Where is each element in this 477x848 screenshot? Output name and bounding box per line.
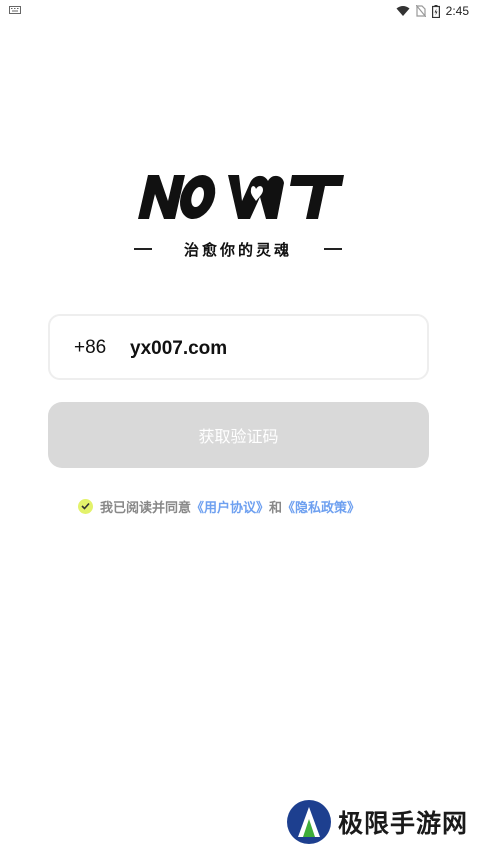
tagline-right-dash	[323, 248, 342, 250]
status-bar: 2:45	[0, 0, 477, 22]
tagline-left-dash	[134, 248, 152, 250]
checkmark-icon	[81, 502, 90, 510]
privacy-policy-link[interactable]: 《隐私政策》	[282, 497, 360, 516]
no-sim-icon	[415, 5, 426, 17]
battery-icon	[431, 4, 440, 18]
agreement-conjunction: 和	[269, 500, 283, 516]
watermark-logo-icon	[287, 800, 331, 844]
watermark: 极限手游网	[286, 799, 476, 845]
get-code-button[interactable]: 获取验证码	[48, 402, 429, 468]
tagline-text: 治愈你的灵魂	[183, 240, 292, 259]
user-agreement-link[interactable]: 《用户协议》	[191, 497, 269, 516]
wifi-icon	[396, 6, 410, 16]
agreement-row: 我已阅读并同意 《用户协议》 和 《隐私政策》	[78, 496, 360, 516]
phone-input[interactable]	[130, 330, 410, 368]
agree-checkbox[interactable]	[78, 498, 93, 514]
nowt-logo	[138, 175, 344, 219]
status-icons: 2:45	[396, 2, 469, 20]
tagline: 治愈你的灵魂	[134, 238, 342, 260]
watermark-text: 极限手游网	[338, 809, 469, 838]
phone-field[interactable]: +86	[48, 314, 429, 380]
agreement-prefix: 我已阅读并同意	[100, 500, 192, 516]
status-time: 2:45	[445, 4, 469, 18]
keyboard-icon	[9, 6, 21, 14]
country-code[interactable]: +86	[74, 337, 106, 359]
